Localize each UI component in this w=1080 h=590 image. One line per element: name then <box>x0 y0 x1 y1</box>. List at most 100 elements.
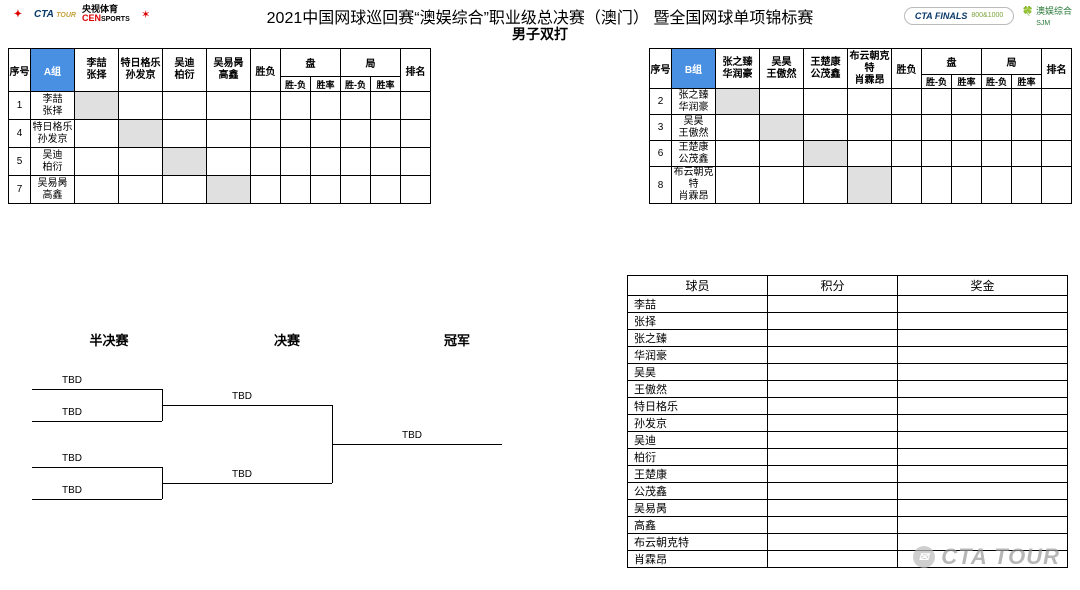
cell-pair-name: 布云朝克特肖霖昂 <box>672 167 716 204</box>
cell-player: 华润豪 <box>628 347 768 364</box>
standings-row: 孙发京 <box>628 415 1068 432</box>
th-pair: 王楚康公茂鑫 <box>804 49 848 89</box>
cell-points <box>768 466 898 483</box>
th-pair: 吴易昺高鑫 <box>207 49 251 92</box>
cell-prize <box>898 483 1068 500</box>
th-sub: 胜-负 <box>922 75 952 89</box>
wechat-icon: ✉ <box>913 546 935 568</box>
logo-sjm: 🍀 澳娱综合SJM <box>1022 4 1072 27</box>
cell-pair-name: 吴迪柏衍 <box>31 148 75 176</box>
cell <box>982 115 1012 141</box>
cell-points <box>768 364 898 381</box>
cell-prize <box>898 330 1068 347</box>
cell <box>341 176 371 204</box>
cell-prize <box>898 398 1068 415</box>
cell-player: 布云朝克特 <box>628 534 768 551</box>
cell-wl <box>251 176 281 204</box>
standings-row: 华润豪 <box>628 347 1068 364</box>
th-pair: 吴昊王傲然 <box>760 49 804 89</box>
cell-rank <box>1042 115 1072 141</box>
standings-row: 吴易昺 <box>628 500 1068 517</box>
cell-score <box>804 167 848 204</box>
cell-wl <box>892 115 922 141</box>
cell <box>341 92 371 120</box>
cell-score <box>716 115 760 141</box>
standings-row: 李喆 <box>628 296 1068 313</box>
cell-rank <box>1042 89 1072 115</box>
cell-points <box>768 500 898 517</box>
cell-player: 张择 <box>628 313 768 330</box>
cell-points <box>768 381 898 398</box>
standings-header-player: 球员 <box>628 276 768 296</box>
cell-wl <box>251 92 281 120</box>
cell-wl <box>892 167 922 204</box>
cell <box>952 167 982 204</box>
cell-score <box>119 176 163 204</box>
th-winloss: 胜负 <box>892 49 922 89</box>
cell-wl <box>251 120 281 148</box>
cell-seq: 8 <box>650 167 672 204</box>
cell <box>952 115 982 141</box>
cell <box>1012 167 1042 204</box>
cell-score <box>207 176 251 204</box>
cell <box>341 120 371 148</box>
cell-score <box>119 148 163 176</box>
cell <box>1012 141 1042 167</box>
th-sub: 胜-负 <box>281 76 311 91</box>
group-a-table: 序号 A组李喆张择特日格乐孙发京吴迪柏衍吴易昺高鑫胜负 盘 局 排名 胜-负 胜… <box>8 48 431 204</box>
bracket-header-champion: 冠军 <box>372 330 542 349</box>
cell-points <box>768 313 898 330</box>
table-row: 2 张之臻华润豪 <box>650 89 1072 115</box>
bracket-sf-slot: TBD <box>32 467 162 468</box>
cell-points <box>768 483 898 500</box>
cell-score <box>207 148 251 176</box>
cell-player: 王傲然 <box>628 381 768 398</box>
cell <box>982 167 1012 204</box>
th-rank: 排名 <box>1042 49 1072 89</box>
cell-player: 柏衍 <box>628 449 768 466</box>
cell-score <box>75 148 119 176</box>
group-b-table: 序号 B组张之臻华润豪吴昊王傲然王楚康公茂鑫布云朝克特肖霖昂胜负 盘 局 排名 … <box>649 48 1072 204</box>
group-tables: 序号 A组李喆张择特日格乐孙发京吴迪柏衍吴易昺高鑫胜负 盘 局 排名 胜-负 胜… <box>0 40 1080 204</box>
cell-score <box>848 115 892 141</box>
cell <box>311 176 341 204</box>
cell-points <box>768 296 898 313</box>
cell-prize <box>898 381 1068 398</box>
standings-row: 王傲然 <box>628 381 1068 398</box>
cell-score <box>760 141 804 167</box>
table-row: 3 吴昊王傲然 <box>650 115 1072 141</box>
th-pair: 布云朝克特肖霖昂 <box>848 49 892 89</box>
cell-pair-name: 王楚康公茂鑫 <box>672 141 716 167</box>
cell-rank <box>401 148 431 176</box>
cell-points <box>768 517 898 534</box>
cell-prize <box>898 313 1068 330</box>
cell-player: 肖霖昂 <box>628 551 768 568</box>
cell-points <box>768 534 898 551</box>
cell <box>311 92 341 120</box>
standings-header-points: 积分 <box>768 276 898 296</box>
cell <box>371 120 401 148</box>
standings-row: 公茂鑫 <box>628 483 1068 500</box>
cell-player: 孙发京 <box>628 415 768 432</box>
cell-score <box>760 167 804 204</box>
cell-score <box>848 89 892 115</box>
bracket-sf-slot: TBD <box>32 421 162 422</box>
standings-row: 柏衍 <box>628 449 1068 466</box>
cell-score <box>119 120 163 148</box>
cell-pair-name: 特日格乐孙发京 <box>31 120 75 148</box>
cell-score <box>163 176 207 204</box>
cell-pair-name: 吴昊王傲然 <box>672 115 716 141</box>
table-row: 4 特日格乐孙发京 <box>9 120 431 148</box>
cell-player: 张之臻 <box>628 330 768 347</box>
cell-prize <box>898 364 1068 381</box>
cell <box>311 148 341 176</box>
standings: 球员 积分 奖金 李喆 张择 张之臻 华润豪 吴昊 王傲然 特日格乐 孙发京 吴… <box>627 275 1068 568</box>
cell-score <box>760 89 804 115</box>
th-sub: 胜率 <box>311 76 341 91</box>
standings-header-prize: 奖金 <box>898 276 1068 296</box>
cell-score <box>163 148 207 176</box>
cell-score <box>760 115 804 141</box>
cell-score <box>848 141 892 167</box>
cell <box>922 89 952 115</box>
bracket-header-final: 决赛 <box>202 330 372 349</box>
